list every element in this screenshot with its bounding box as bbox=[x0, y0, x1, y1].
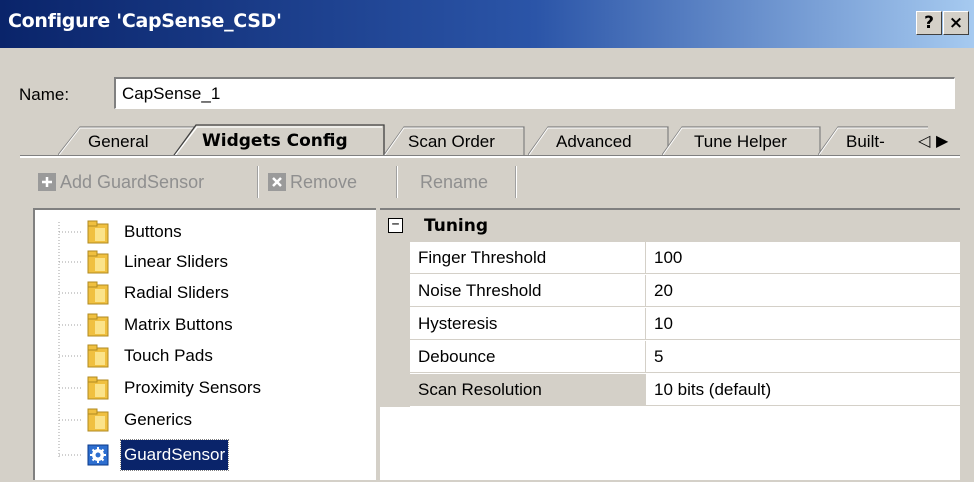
tab-built-in[interactable]: Built- bbox=[818, 126, 928, 156]
tree-item-label: Linear Sliders bbox=[124, 252, 228, 271]
property-row-debounce[interactable]: Debounce 5 bbox=[380, 341, 960, 374]
property-row-finger-threshold[interactable]: Finger Threshold 100 bbox=[380, 242, 960, 275]
title-bar: Configure 'CapSense_CSD' ? × bbox=[0, 0, 974, 48]
property-name: Hysteresis bbox=[410, 308, 646, 340]
row-gutter bbox=[380, 374, 410, 407]
tab-scroll-right-icon[interactable]: ▶ bbox=[936, 131, 948, 150]
property-name: Noise Threshold bbox=[410, 275, 646, 307]
tab-label: Widgets Config bbox=[202, 131, 348, 151]
folder-icon bbox=[87, 344, 109, 368]
widget-tree[interactable]: Buttons Linear Sliders Radial Sliders Ma… bbox=[33, 208, 376, 480]
folder-icon bbox=[87, 408, 109, 432]
collapse-icon[interactable]: − bbox=[388, 218, 403, 233]
tab-label: Advanced bbox=[556, 132, 632, 151]
category-tuning[interactable]: − Tuning bbox=[380, 210, 960, 242]
tab-label: General bbox=[88, 132, 149, 151]
remove-icon bbox=[268, 173, 286, 191]
tree-item-label: Touch Pads bbox=[124, 346, 213, 365]
toolbar-separator bbox=[396, 166, 398, 198]
rename-button[interactable]: Rename bbox=[420, 162, 488, 202]
tab-strip: General Widgets Config Scan Order Advanc… bbox=[0, 118, 974, 158]
toolbar-separator bbox=[515, 166, 517, 198]
property-value[interactable]: 100 bbox=[646, 242, 960, 274]
plus-icon bbox=[38, 173, 56, 191]
remove-label: Remove bbox=[290, 172, 358, 192]
property-row-scan-resolution[interactable]: Scan Resolution 10 bits (default) bbox=[380, 374, 960, 407]
tab-tune-helper[interactable]: Tune Helper bbox=[662, 126, 822, 156]
property-value[interactable]: 10 bbox=[646, 308, 960, 340]
tree-item-label: Matrix Buttons bbox=[124, 315, 233, 334]
folder-icon bbox=[87, 281, 109, 305]
property-row-noise-threshold[interactable]: Noise Threshold 20 bbox=[380, 275, 960, 308]
property-value[interactable]: 5 bbox=[646, 341, 960, 373]
gear-icon bbox=[87, 444, 109, 466]
tab-divider bbox=[20, 155, 960, 158]
property-value[interactable]: 10 bits (default) bbox=[646, 374, 960, 406]
row-gutter bbox=[380, 341, 410, 374]
property-name: Finger Threshold bbox=[410, 242, 646, 274]
row-gutter bbox=[380, 242, 410, 275]
tree-item-label: Generics bbox=[124, 410, 193, 429]
add-guardsensor-button[interactable]: Add GuardSensor bbox=[38, 162, 204, 202]
property-row-hysteresis[interactable]: Hysteresis 10 bbox=[380, 308, 960, 341]
tab-scroll-left-icon[interactable]: ◁ bbox=[918, 131, 930, 150]
tab-widgets-config[interactable]: Widgets Config bbox=[172, 124, 386, 158]
add-guardsensor-label: Add GuardSensor bbox=[60, 172, 205, 192]
property-name: Scan Resolution bbox=[410, 374, 646, 406]
name-field[interactable]: CapSense_1 bbox=[114, 77, 955, 109]
property-value[interactable]: 20 bbox=[646, 275, 960, 307]
tree-item-label: Proximity Sensors bbox=[124, 378, 261, 397]
tree-item-label: Buttons bbox=[124, 222, 182, 241]
tab-advanced[interactable]: Advanced bbox=[528, 126, 670, 156]
row-gutter bbox=[380, 308, 410, 341]
property-grid: − Tuning Finger Threshold 100 Noise Thre… bbox=[380, 208, 960, 480]
folder-icon bbox=[87, 376, 109, 400]
tab-label: Built- bbox=[846, 132, 885, 151]
close-button[interactable]: × bbox=[943, 11, 969, 35]
help-button[interactable]: ? bbox=[916, 11, 942, 35]
row-gutter bbox=[380, 275, 410, 308]
category-label: Tuning bbox=[424, 216, 489, 236]
tree-item-label: GuardSensor bbox=[119, 439, 230, 471]
toolbar: Add GuardSensor Remove Rename bbox=[32, 162, 962, 202]
tree-connector-lines bbox=[58, 222, 83, 457]
toolbar-separator bbox=[257, 166, 259, 198]
tab-label: Tune Helper bbox=[694, 132, 787, 151]
remove-button[interactable]: Remove bbox=[268, 162, 357, 202]
tab-scan-order[interactable]: Scan Order bbox=[384, 126, 526, 156]
folder-icon bbox=[87, 220, 109, 244]
tab-label: Scan Order bbox=[408, 132, 495, 151]
property-name: Debounce bbox=[410, 341, 646, 373]
window-title: Configure 'CapSense_CSD' bbox=[8, 10, 282, 32]
folder-icon bbox=[87, 250, 109, 274]
name-label: Name: bbox=[19, 85, 70, 104]
folder-icon bbox=[87, 313, 109, 337]
tree-item-label: Radial Sliders bbox=[124, 283, 229, 302]
